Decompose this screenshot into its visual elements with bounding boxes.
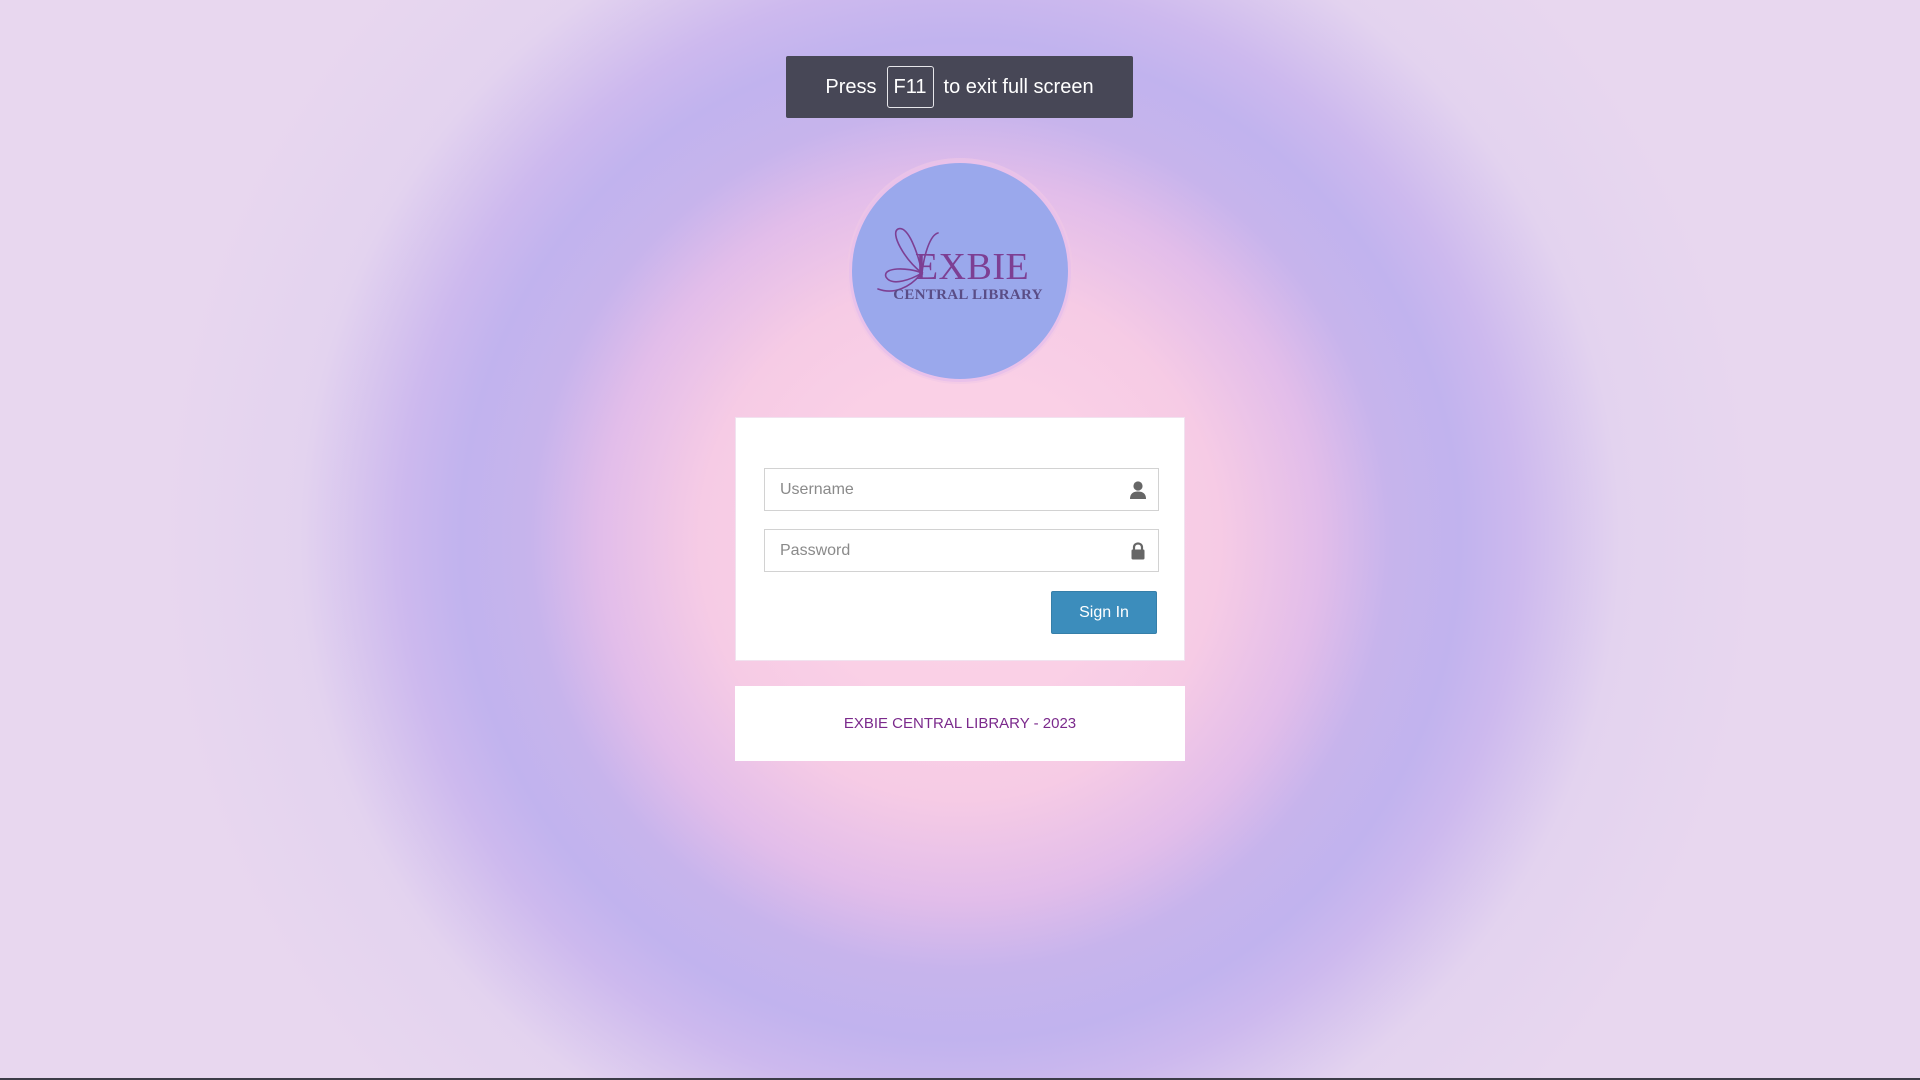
user-icon [1130, 481, 1146, 499]
lock-icon [1131, 542, 1145, 560]
footer-card: EXBIE CENTRAL LIBRARY - 2023 [735, 686, 1185, 761]
fullscreen-notice: Press F11 to exit full screen [786, 56, 1133, 118]
fullscreen-notice-suffix: to exit full screen [943, 75, 1094, 98]
sign-in-button[interactable]: Sign In [1051, 591, 1157, 634]
footer-text: EXBIE CENTRAL LIBRARY - 2023 [843, 715, 1077, 732]
username-field [764, 468, 1159, 511]
password-field [764, 529, 1159, 572]
fullscreen-notice-prefix: Press [825, 75, 877, 98]
library-logo: EXBIE CENTRAL LIBRARY [849, 160, 1071, 382]
password-input[interactable] [765, 530, 1158, 571]
username-input[interactable] [765, 469, 1158, 510]
logo-subtitle-text: CENTRAL LIBRARY [893, 287, 1043, 303]
fullscreen-key-badge: F11 [886, 66, 934, 108]
login-card: Sign In [735, 417, 1185, 661]
logo-brand-text: EXBIE [914, 246, 1030, 288]
